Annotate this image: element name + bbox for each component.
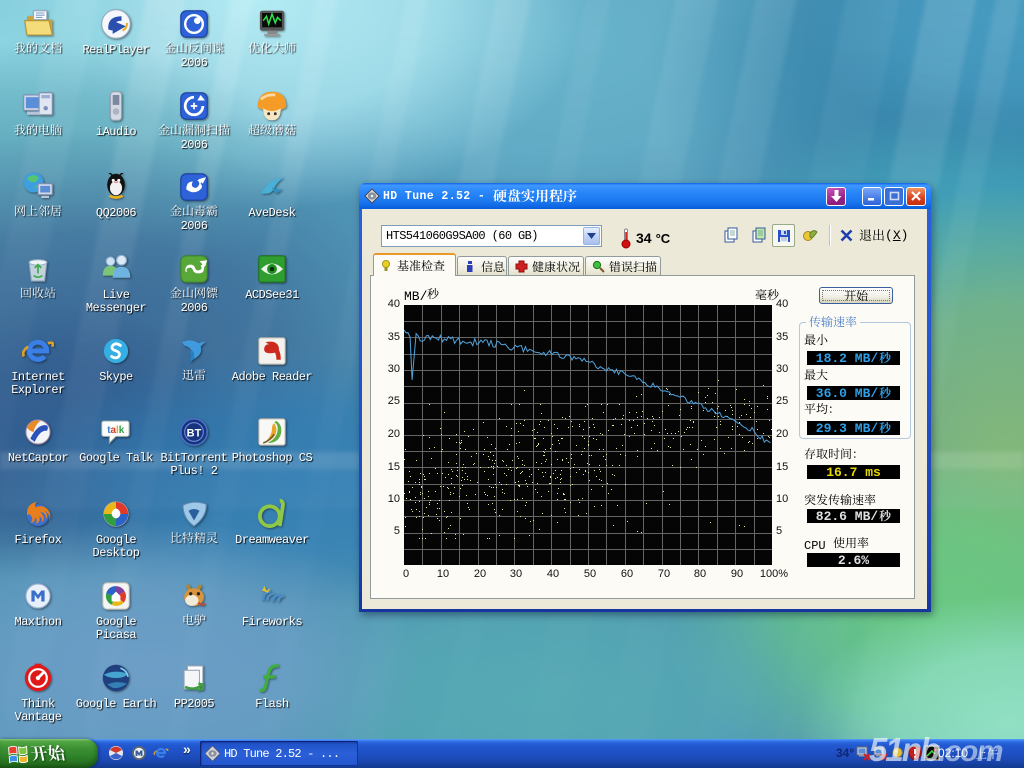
svg-text:BT: BT: [187, 427, 202, 439]
svg-text:talk: talk: [107, 425, 125, 436]
